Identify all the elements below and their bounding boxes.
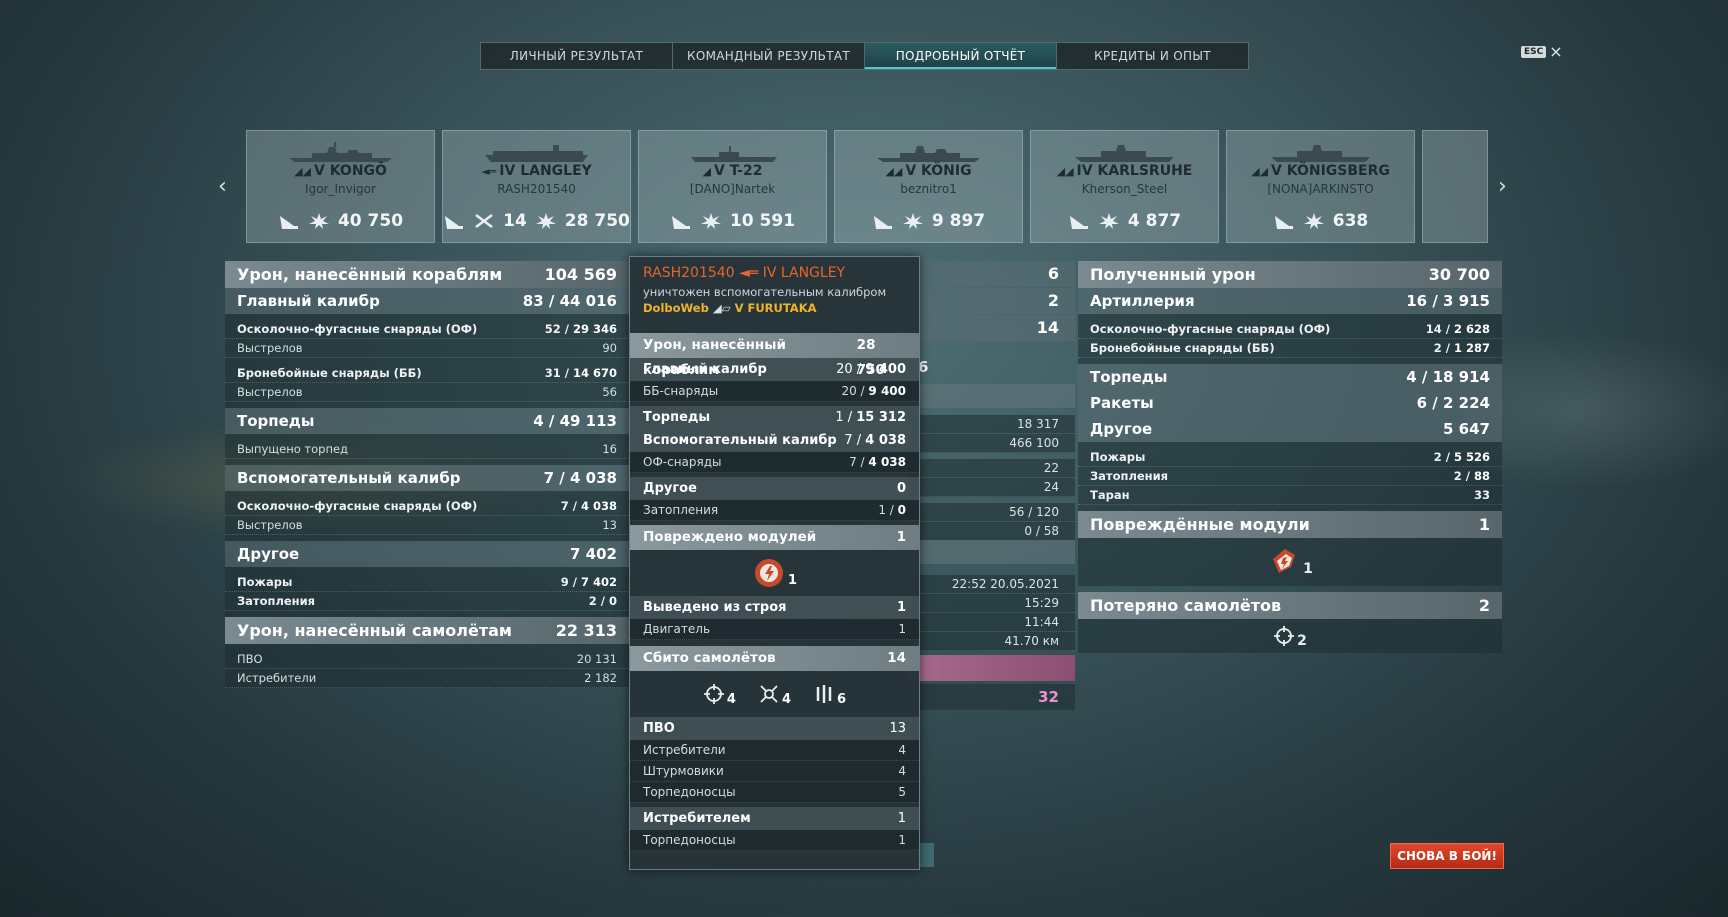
- damage-burst-icon: [700, 213, 721, 229]
- attack-aircraft-icon: [760, 685, 778, 703]
- damage-burst-icon: [1098, 213, 1119, 229]
- sunk-ship-icon: [1069, 216, 1088, 229]
- fighter-crosshair-icon: [703, 684, 724, 704]
- tab-team-result[interactable]: КОМАНДНЫЙ РЕЗУЛЬТАТ: [673, 43, 865, 69]
- player-name: [DANO]Nartek: [689, 182, 776, 196]
- tab-personal-result[interactable]: ЛИЧНЫЙ РЕЗУЛЬТАТ: [481, 43, 673, 69]
- middle-header: [910, 540, 1075, 564]
- damage-value: 9 897: [931, 211, 986, 231]
- damage-value: 4 877: [1127, 211, 1182, 231]
- damage-burst-icon: [308, 213, 329, 229]
- ship-card[interactable]: ◢◢ V KÖNIGSBERG [NONA]ARKINSTO 638: [1226, 130, 1415, 243]
- ship-card[interactable]: ◢ V T-22 [DANO]Nartek 10 591: [638, 130, 827, 243]
- destroyer-silhouette-icon: [691, 146, 777, 162]
- ship-name: IV LANGLEY: [499, 163, 592, 179]
- damage-received-panel: Полученный урон 30 700 Артиллерия 16 / 3 9…: [1078, 261, 1502, 653]
- sunk-ship-icon: [279, 216, 298, 229]
- battleship-class-icon: ◢◢: [294, 165, 311, 178]
- ship-silhouette-icon: [289, 142, 392, 162]
- tooltip-killer-name: DolboWeb: [643, 301, 709, 315]
- player-name: RASH201540: [497, 182, 576, 196]
- cruiser-class-icon: ◢◢: [1251, 165, 1269, 178]
- player-tooltip: RASH201540 ◄═ IV LANGLEY уничтожен вспом…: [629, 256, 920, 870]
- ship-card[interactable]: ◢◢ V KÖNIG beznitro1 9 897: [834, 130, 1023, 243]
- sunk-ship-icon: [1274, 216, 1293, 229]
- cruiser-silhouette-icon: [1075, 145, 1174, 162]
- carrier-class-icon: ◄═: [481, 165, 497, 178]
- carrier-silhouette-icon: [485, 145, 588, 162]
- destroyer-class-icon: ◢: [702, 165, 711, 178]
- torpedo-bomber-icon: [816, 685, 832, 703]
- tooltip-killer-ship: V FURUTAKA: [734, 301, 817, 315]
- damage-burst-icon: [535, 213, 556, 229]
- damage-value: 10 591: [729, 211, 796, 231]
- highlight-bar: [910, 655, 1075, 681]
- player-name: Igor_Invigor: [305, 182, 376, 196]
- cruiser-class-icon: ◢▱: [712, 301, 731, 315]
- damage-burst-icon: [1303, 213, 1324, 229]
- damage-value: 28 750: [564, 211, 630, 231]
- battleship-class-icon: ◢◢: [885, 165, 903, 178]
- player-name: beznitro1: [900, 182, 957, 196]
- close-icon: ×: [1549, 42, 1563, 61]
- tab-detailed-report[interactable]: ПОДРОБНЫЙ ОТЧЁТ: [865, 43, 1057, 69]
- close-button[interactable]: ESC ×: [1521, 42, 1563, 61]
- ship-card[interactable]: ◄═ IV LANGLEY RASH201540 14 28 750: [442, 130, 631, 243]
- carousel-next-button[interactable]: ›: [1498, 174, 1507, 199]
- esc-badge: ESC: [1521, 46, 1547, 58]
- damaged-module-icon: [754, 559, 783, 587]
- ship-silhouette-icon: [877, 146, 980, 162]
- carrier-class-icon: ◄═: [739, 265, 759, 281]
- tooltip-death-cause: уничтожен вспомогательным калибром: [643, 285, 887, 299]
- tooltip-ship-name: IV LANGLEY: [762, 265, 846, 281]
- ship-card[interactable]: ◢◢ V KONGŌ Igor_Invigor 40 750: [246, 130, 435, 243]
- ship-name: IV KARLSRUHE: [1076, 163, 1193, 179]
- carousel-prev-button[interactable]: ‹: [218, 174, 227, 199]
- tab-credits-xp[interactable]: КРЕДИТЫ И ОПЫТ: [1057, 43, 1248, 69]
- damaged-module-icon: [1273, 549, 1296, 573]
- cruiser-silhouette-icon: [1271, 145, 1370, 162]
- tab-bar: ЛИЧНЫЙ РЕЗУЛЬТАТ КОМАНДНЫЙ РЕЗУЛЬТАТ ПОД…: [480, 42, 1249, 70]
- ship-name: V KÖNIG: [905, 163, 972, 179]
- ship-card-partial[interactable]: [1422, 130, 1488, 243]
- damage-value: 638: [1332, 211, 1369, 231]
- plane-shot-down-icon: [475, 214, 493, 228]
- damage-burst-icon: [902, 213, 923, 229]
- ship-name: V KONGŌ: [313, 163, 387, 179]
- cruiser-class-icon: ◢◢: [1056, 165, 1074, 178]
- sunk-ship-icon: [873, 216, 892, 229]
- partial-button[interactable]: [918, 843, 934, 867]
- battle-again-button[interactable]: СНОВА В БОЙ!: [1390, 843, 1504, 869]
- fighter-crosshair-icon: [1274, 626, 1295, 646]
- battle-info-column: 6 2 14: [910, 261, 1075, 342]
- player-name: Kherson_Steel: [1081, 182, 1168, 196]
- player-name: [NONA]ARKINSTO: [1267, 182, 1374, 196]
- ship-name: V KÖNIGSBERG: [1271, 163, 1390, 179]
- highlight-value: 32: [910, 684, 1075, 710]
- tooltip-player-name: RASH201540: [643, 265, 735, 281]
- planes-value: 14: [503, 211, 527, 231]
- middle-header: [910, 384, 1075, 408]
- damage-value: 40 750: [337, 211, 404, 231]
- damage-dealt-panel: Урон, нанесённый кораблям 104 569 Главный…: [225, 261, 629, 688]
- ship-name: V T-22: [713, 163, 763, 179]
- ship-card[interactable]: ◢◢ IV KARLSRUHE Kherson_Steel 4 877: [1030, 130, 1219, 243]
- sunk-ship-icon: [445, 216, 464, 229]
- sunk-ship-icon: [671, 216, 690, 229]
